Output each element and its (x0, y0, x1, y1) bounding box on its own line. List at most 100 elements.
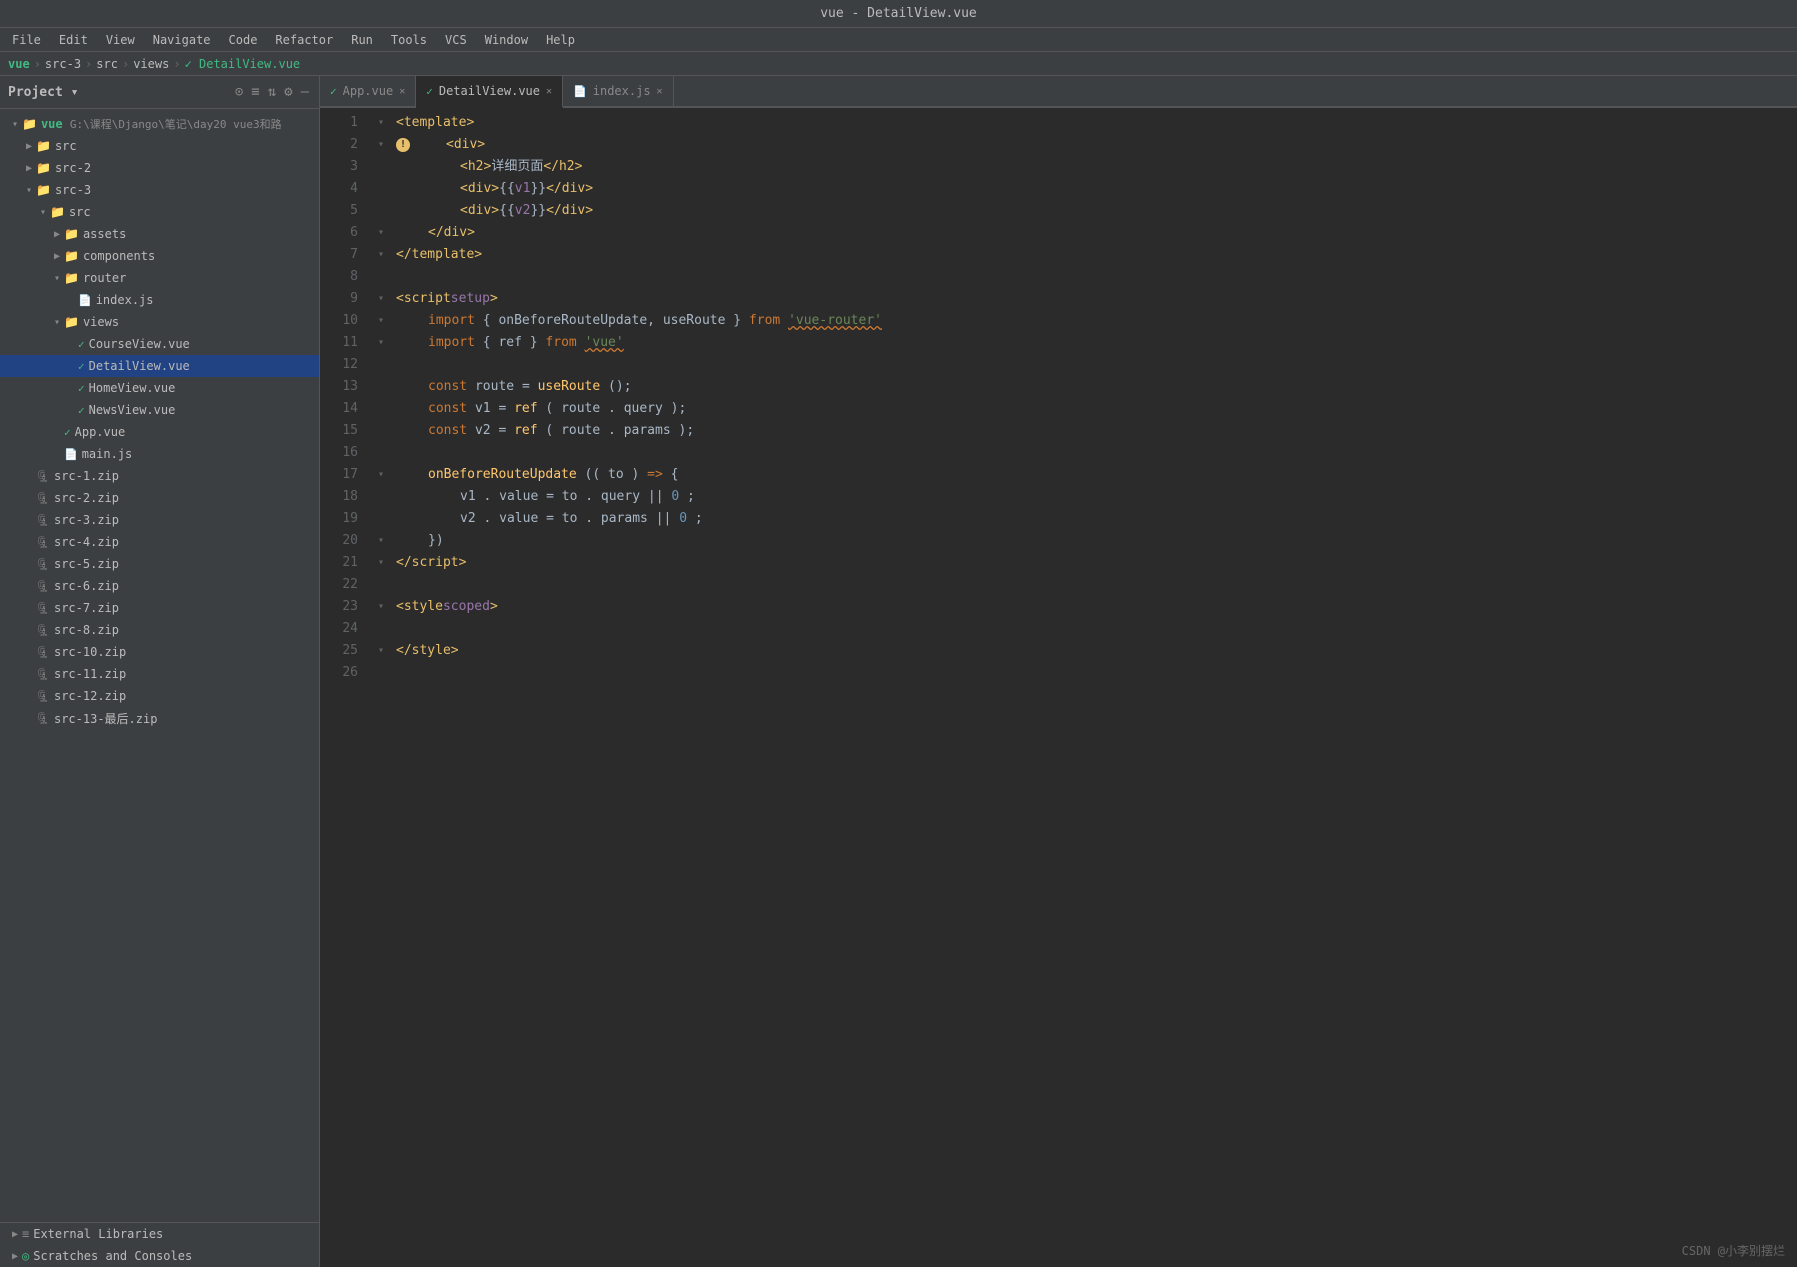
tab-detailview[interactable]: ✓ DetailView.vue ✕ (416, 76, 563, 108)
tree-item-src1-zip[interactable]: 🗜 src-1.zip (0, 465, 319, 487)
window-title: vue - DetailView.vue (820, 6, 977, 21)
tree-item-src12-zip[interactable]: 🗜 src-12.zip (0, 685, 319, 707)
tree-item-router-index[interactable]: 📄 index.js (0, 289, 319, 311)
expand-icon[interactable]: ⇅ (266, 82, 278, 102)
code-line-23: ▾ <style scoped> (378, 596, 1797, 618)
tree-item-views[interactable]: ▾ 📁 views (0, 311, 319, 333)
code-line-4: <div>{{v1}}</div> (378, 178, 1797, 200)
tree-item-detailview[interactable]: ✓ DetailView.vue (0, 355, 319, 377)
menu-code[interactable]: Code (221, 31, 266, 49)
sidebar-title: Project ▾ (8, 85, 227, 100)
tree-item-src[interactable]: ▶ 📁 src (0, 135, 319, 157)
menu-file[interactable]: File (4, 31, 49, 49)
tree-item-courseview[interactable]: ✓ CourseView.vue (0, 333, 319, 355)
code-line-21: ▾ </script> (378, 552, 1797, 574)
close-tab-detailview[interactable]: ✕ (546, 86, 552, 97)
sidebar-tree: ▾ 📁 vue G:\课程\Django\笔记\day20 vue3和路 ▶ 📁… (0, 109, 319, 1222)
breadcrumb-vue[interactable]: vue (8, 57, 30, 71)
tree-item-vue-root[interactable]: ▾ 📁 vue G:\课程\Django\笔记\day20 vue3和路 (0, 113, 319, 135)
tab-index-js[interactable]: 📄 index.js ✕ (563, 75, 674, 107)
settings-icon[interactable]: ⚙ (282, 82, 294, 102)
breadcrumb-file[interactable]: ✓ DetailView.vue (185, 57, 301, 71)
tree-item-homeview[interactable]: ✓ HomeView.vue (0, 377, 319, 399)
breadcrumb-src3[interactable]: src-3 (45, 57, 81, 71)
code-line-11: ▾ import { ref } from 'vue' (378, 332, 1797, 354)
tree-item-src4-zip[interactable]: 🗜 src-4.zip (0, 531, 319, 553)
tab-bar: ✓ App.vue ✕ ✓ DetailView.vue ✕ 📄 index.j… (320, 76, 1797, 108)
menu-refactor[interactable]: Refactor (267, 31, 341, 49)
code-line-26 (378, 662, 1797, 684)
code-line-5: <div>{{v2}}</div> (378, 200, 1797, 222)
menu-bar: File Edit View Navigate Code Refactor Ru… (0, 28, 1797, 52)
tree-item-router[interactable]: ▾ 📁 router (0, 267, 319, 289)
tree-item-main-js[interactable]: 📄 main.js (0, 443, 319, 465)
tree-item-src3-zip[interactable]: 🗜 src-3.zip (0, 509, 319, 531)
tree-item-src7-zip[interactable]: 🗜 src-7.zip (0, 597, 319, 619)
code-line-2: ▾ ! <div> (378, 134, 1797, 156)
code-line-18: v1 . value = to . query || 0 ; (378, 486, 1797, 508)
menu-window[interactable]: Window (477, 31, 536, 49)
tree-item-app-vue[interactable]: ✓ App.vue (0, 421, 319, 443)
code-line-1: ▾ <template> (378, 112, 1797, 134)
tree-item-assets[interactable]: ▶ 📁 assets (0, 223, 319, 245)
code-line-7: ▾ </template> (378, 244, 1797, 266)
tree-item-src6-zip[interactable]: 🗜 src-6.zip (0, 575, 319, 597)
code-line-13: const route = useRoute (); (378, 376, 1797, 398)
code-line-25: ▾ </style> (378, 640, 1797, 662)
code-line-14: const v1 = ref ( route . query ); (378, 398, 1797, 420)
code-line-6: ▾ </div> (378, 222, 1797, 244)
menu-help[interactable]: Help (538, 31, 583, 49)
menu-view[interactable]: View (98, 31, 143, 49)
code-line-15: const v2 = ref ( route . params ); (378, 420, 1797, 442)
editor-area: ✓ App.vue ✕ ✓ DetailView.vue ✕ 📄 index.j… (320, 76, 1797, 1267)
menu-edit[interactable]: Edit (51, 31, 96, 49)
tree-item-src11-zip[interactable]: 🗜 src-11.zip (0, 663, 319, 685)
sidebar-header: Project ▾ ⊙ ≡ ⇅ ⚙ — (0, 76, 319, 109)
code-line-3: <h2>详细页面</h2> (378, 156, 1797, 178)
menu-run[interactable]: Run (343, 31, 381, 49)
code-line-19: v2 . value = to . params || 0 ; (378, 508, 1797, 530)
tree-item-src13-zip[interactable]: 🗜 src-13-最后.zip (0, 707, 319, 729)
code-line-8 (378, 266, 1797, 288)
tree-item-scratches[interactable]: ▶ ◎ Scratches and Consoles (0, 1245, 319, 1267)
code-line-9: ▾ <script setup> (378, 288, 1797, 310)
title-bar: vue - DetailView.vue (0, 0, 1797, 28)
menu-navigate[interactable]: Navigate (145, 31, 219, 49)
breadcrumb-views[interactable]: views (133, 57, 169, 71)
tree-item-src3[interactable]: ▾ 📁 src-3 (0, 179, 319, 201)
tab-app-vue[interactable]: ✓ App.vue ✕ (320, 75, 416, 107)
close-tab-app[interactable]: ✕ (399, 86, 405, 97)
close-tab-index[interactable]: ✕ (657, 86, 663, 97)
tree-item-external-libraries[interactable]: ▶ ≡ External Libraries (0, 1223, 319, 1245)
breadcrumb: vue › src-3 › src › views › ✓ DetailView… (0, 52, 1797, 76)
sidebar: Project ▾ ⊙ ≡ ⇅ ⚙ — ▾ 📁 vue G:\课程\Django… (0, 76, 320, 1267)
code-line-17: ▾ onBeforeRouteUpdate (( to ) => { (378, 464, 1797, 486)
tree-item-src8-zip[interactable]: 🗜 src-8.zip (0, 619, 319, 641)
tree-item-src3-src[interactable]: ▾ 📁 src (0, 201, 319, 223)
tree-item-src5-zip[interactable]: 🗜 src-5.zip (0, 553, 319, 575)
sidebar-icons: ⊙ ≡ ⇅ ⚙ — (233, 82, 311, 102)
close-sidebar-icon[interactable]: — (299, 82, 311, 102)
code-line-12 (378, 354, 1797, 376)
code-line-20: ▾ }) (378, 530, 1797, 552)
tree-item-components[interactable]: ▶ 📁 components (0, 245, 319, 267)
code-line-10: ▾ import { onBeforeRouteUpdate, useRoute… (378, 310, 1797, 332)
main-layout: Project ▾ ⊙ ≡ ⇅ ⚙ — ▾ 📁 vue G:\课程\Django… (0, 76, 1797, 1267)
tree-item-src2-zip[interactable]: 🗜 src-2.zip (0, 487, 319, 509)
code-content[interactable]: ▾ <template> ▾ ! <div> <h2>详细页面</h2> (370, 112, 1797, 1267)
watermark: CSDN @小李别摆烂 (1682, 1242, 1785, 1259)
tree-item-src10-zip[interactable]: 🗜 src-10.zip (0, 641, 319, 663)
menu-vcs[interactable]: VCS (437, 31, 475, 49)
line-numbers: 1 2 3 4 5 6 7 8 9 10 11 12 13 14 15 16 1… (320, 112, 370, 1267)
hint-icon-line2: ! (396, 138, 410, 152)
locate-icon[interactable]: ⊙ (233, 82, 245, 102)
collapse-all-icon[interactable]: ≡ (249, 82, 261, 102)
tree-item-newsview[interactable]: ✓ NewsView.vue (0, 399, 319, 421)
menu-tools[interactable]: Tools (383, 31, 435, 49)
code-line-22 (378, 574, 1797, 596)
tree-item-src2[interactable]: ▶ 📁 src-2 (0, 157, 319, 179)
code-line-24 (378, 618, 1797, 640)
code-line-16 (378, 442, 1797, 464)
code-editor[interactable]: 1 2 3 4 5 6 7 8 9 10 11 12 13 14 15 16 1… (320, 108, 1797, 1267)
breadcrumb-src[interactable]: src (96, 57, 118, 71)
